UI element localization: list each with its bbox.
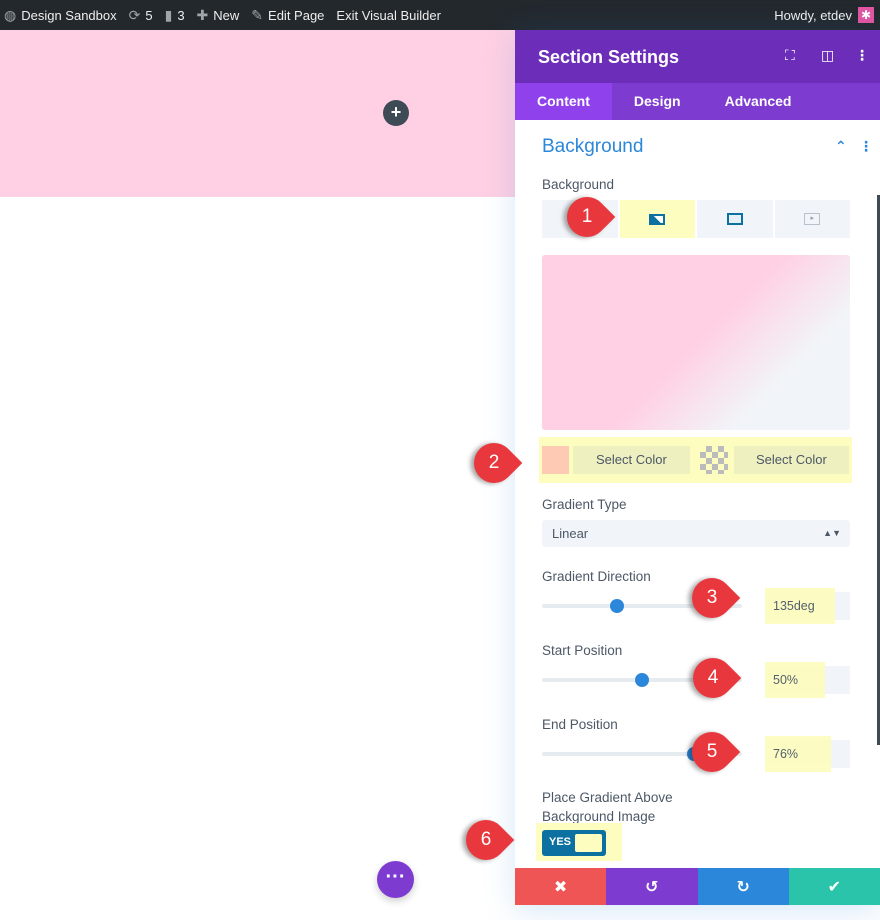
tab-advanced[interactable]: Advanced [703,83,814,120]
dashboard-icon: ◍ [4,6,17,23]
start-color-swatch[interactable] [542,446,569,474]
admin-bar: ◍ Design Sandbox ⟳ 5 ▮ 3 ✚ New ✎ Edit Page Ex… [0,0,880,30]
pencil-icon: ✎ [251,6,264,23]
bg-type-image[interactable] [697,200,773,238]
gradient-icon [649,213,666,225]
edit-label: Edit Page [268,7,325,23]
toggle-knob [575,834,602,852]
direction-label: Gradient Direction [542,569,651,584]
video-icon: ▸ [804,213,821,225]
select-start-color[interactable]: Select Color [572,446,690,474]
panel-footer: ✖ ↺ ↻ ✔ [515,868,880,905]
end-position-label: End Position [542,717,618,732]
section-toggle-title[interactable]: Background [542,136,643,158]
save-button[interactable]: ✔ [788,868,880,905]
start-position-label: Start Position [542,643,623,658]
edit-page-link[interactable]: ✎ Edit Page [251,7,324,24]
gradient-preview [542,255,850,430]
toggle-label: YES [549,836,572,848]
callout-marker: 6 [457,811,515,869]
bg-type-gradient[interactable] [619,200,695,238]
close-icon: ✖ [553,878,568,896]
section-options-icon[interactable]: ⋮ [859,138,873,155]
end-color-swatch[interactable] [700,446,728,474]
start-position-thumb[interactable] [635,673,649,687]
end-position-input[interactable]: 76% [765,736,850,772]
toggle-highlight: YES [536,823,622,861]
site-link[interactable]: ◍ Design Sandbox [4,7,117,24]
background-label: Background [542,177,615,192]
direction-thumb[interactable] [610,599,624,613]
gradient-above-label-line2: Background Image [542,809,656,824]
plus-icon: ✚ [196,6,209,23]
tab-content[interactable]: Content [515,83,612,120]
updates-count: 5 [145,7,153,23]
comment-icon: ▮ [164,6,173,23]
new-label: New [213,7,240,23]
new-link[interactable]: ✚ New [197,7,240,24]
tab-design[interactable]: Design [612,83,703,120]
gradient-above-toggle[interactable]: YES [542,830,606,856]
gradient-type-value: Linear [552,526,589,541]
comments-link[interactable]: ▮ 3 [165,7,185,24]
gradient-colors: Select Color Select Color [539,437,852,483]
comments-count: 3 [177,7,185,23]
direction-input[interactable]: 135deg [765,588,850,624]
bg-type-video[interactable]: ▸ [774,200,850,238]
callout-marker: 1 [558,188,616,246]
updates-link[interactable]: ⟳ 5 [129,7,153,24]
redo-button[interactable]: ↻ [697,868,789,905]
howdy-label: Howdy, etdev [774,7,852,23]
callout-marker: 5 [683,723,741,781]
more-options-icon[interactable]: ⋮ [855,47,869,64]
start-position-value: 50% [765,662,825,698]
add-row-button[interactable]: + [383,100,409,126]
exit-builder-link[interactable]: Exit Visual Builder [336,8,441,23]
select-end-color[interactable]: Select Color [733,446,850,474]
start-position-input[interactable]: 50% [765,662,850,698]
updates-icon: ⟳ [128,6,141,23]
undo-icon: ↺ [645,878,659,896]
panel-tabs: Content Design Advanced [515,83,880,120]
gradient-type-label: Gradient Type [542,497,627,512]
direction-value: 135deg [765,588,835,624]
discard-button[interactable]: ✖ [515,868,607,905]
gradient-above-label-line1: Place Gradient Above [542,790,673,805]
chevron-up-icon[interactable]: ⌃ [835,138,847,155]
account-menu[interactable]: Howdy, etdev ✱ [774,0,874,30]
callout-marker: 4 [684,649,742,707]
fullscreen-icon[interactable]: ⛶ [785,47,795,64]
panel-title: Section Settings [538,47,680,67]
gradient-type-select[interactable]: Linear ▲▼ [542,520,850,547]
page-settings-button[interactable]: ··· [377,861,414,898]
section-settings-panel: Section Settings ⛶ ◫ ⋮ Content Design Ad… [515,30,880,905]
split-view-icon[interactable]: ◫ [821,47,834,64]
select-arrows-icon: ▲▼ [823,528,841,538]
undo-button[interactable]: ↺ [606,868,698,905]
check-icon: ✔ [827,878,842,896]
redo-icon: ↻ [736,878,750,896]
panel-header: Section Settings ⛶ ◫ ⋮ [515,30,880,83]
image-icon [726,213,743,225]
callout-marker: 2 [465,434,523,492]
site-name: Design Sandbox [21,7,117,23]
avatar: ✱ [858,7,874,23]
exit-label: Exit Visual Builder [336,7,441,23]
callout-marker: 3 [683,569,741,627]
end-position-value: 76% [765,736,831,772]
